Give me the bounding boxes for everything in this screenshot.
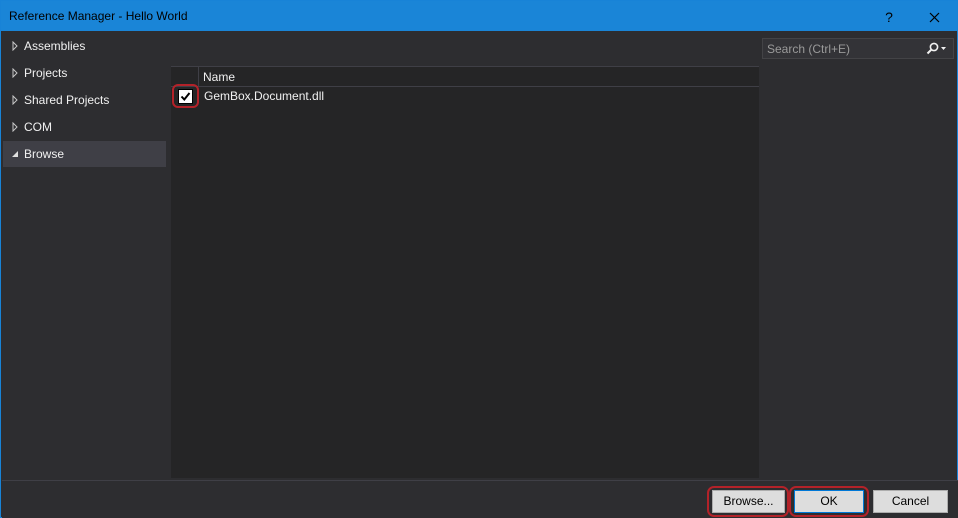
- checkbox-highlight: [172, 84, 199, 108]
- ok-button[interactable]: OK: [794, 490, 864, 513]
- close-icon: [929, 12, 939, 23]
- nav-item-label: COM: [24, 120, 52, 134]
- window-title: Reference Manager - Hello World: [9, 9, 188, 23]
- triangle-expanded-icon: [12, 151, 18, 157]
- search-icon: [926, 42, 946, 55]
- nav-item-browse[interactable]: Browse: [3, 141, 166, 167]
- triangle-right-icon: [12, 95, 18, 105]
- help-button[interactable]: ?: [874, 3, 904, 29]
- nav-item-label: Projects: [24, 66, 68, 80]
- nav-item-shared-projects[interactable]: Shared Projects: [3, 87, 166, 113]
- nav-item-label: Browse: [24, 147, 65, 161]
- triangle-right-icon: [12, 41, 18, 51]
- search-input[interactable]: [763, 39, 921, 58]
- list-header: Name: [171, 67, 759, 87]
- nav-item-com[interactable]: COM: [3, 114, 166, 140]
- nav-item-label: Assemblies: [24, 39, 86, 53]
- reference-manager-window: Reference Manager - Hello World ? Assemb…: [0, 0, 958, 518]
- dialog-footer: Browse... OK Cancel: [2, 480, 958, 518]
- category-nav: Assemblies Projects Shared Projects COM …: [3, 33, 166, 478]
- name-column-header[interactable]: Name: [203, 70, 235, 84]
- browse-button[interactable]: Browse...: [712, 490, 785, 513]
- triangle-right-icon: [12, 122, 18, 132]
- help-icon: ?: [885, 9, 893, 26]
- list-item[interactable]: GemBox.Document.dll: [171, 84, 759, 108]
- reference-name: GemBox.Document.dll: [204, 89, 325, 103]
- cancel-button[interactable]: Cancel: [873, 490, 948, 513]
- search-box: [762, 38, 954, 59]
- nav-item-label: Shared Projects: [24, 93, 110, 107]
- nav-item-projects[interactable]: Projects: [3, 60, 166, 86]
- triangle-right-icon: [12, 68, 18, 78]
- reference-list: Name GemBox.Document.dll: [171, 66, 759, 478]
- search-button[interactable]: [923, 40, 953, 58]
- nav-item-assemblies[interactable]: Assemblies: [3, 33, 166, 59]
- close-button[interactable]: [919, 3, 949, 29]
- title-bar: Reference Manager - Hello World ?: [1, 1, 957, 31]
